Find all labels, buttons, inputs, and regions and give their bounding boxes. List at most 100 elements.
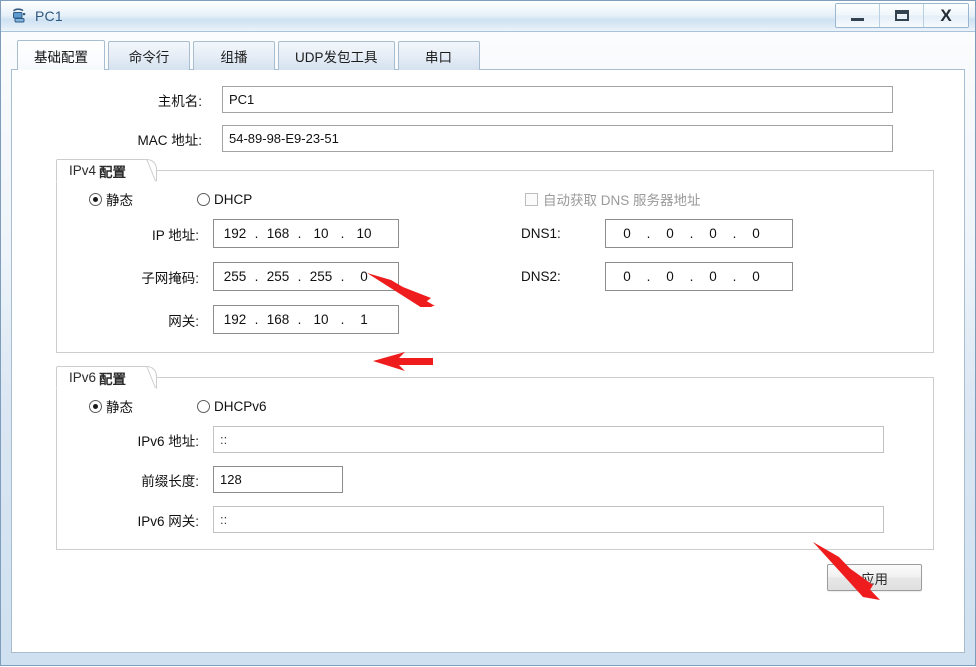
ip-separator: . (646, 269, 651, 284)
mask-octet-3: 255 (309, 269, 333, 284)
hostname-row: 主机名: PC1 (34, 86, 942, 113)
hostname-label: 主机名: (157, 93, 202, 109)
ip-separator: . (340, 312, 345, 327)
subnet-mask-row: 子网掩码: 255 . 255 . 255 . 0 (67, 262, 507, 291)
dns-auto-label: 自动获取 DNS 服务器地址 (543, 193, 701, 208)
tab-serial-port[interactable]: 串口 (397, 41, 480, 70)
window-controls: X (835, 3, 969, 28)
ipv6-legend-text: 配置 (99, 371, 127, 387)
tab-basic-config[interactable]: 基础配置 (17, 40, 105, 70)
dns2-octet-2: 0 (666, 269, 674, 284)
ip-address-row: IP 地址: 192 . 168 . 10 . 10 (67, 219, 507, 248)
maximize-button[interactable] (880, 4, 924, 27)
ipv4-legend-text: 配置 (99, 164, 127, 180)
ipv6-address-row: IPv6 地址: :: (67, 426, 923, 453)
apply-button[interactable]: 应用 (827, 564, 922, 591)
radio-dot-icon (197, 399, 210, 413)
ip-address-label: IP 地址: (151, 227, 199, 243)
ipv6-config-group: IPv6 配置 静态 DHCPv6 IPv6 地址::: 前缀长度: 128 … (56, 366, 934, 550)
tab-command-line[interactable]: 命令行 (108, 41, 190, 70)
gateway-octet-3: 10 (313, 312, 329, 327)
ipv4-static-label: 静态 (106, 193, 133, 208)
gateway-row: 网关: 192 . 168 . 10 . 1 (67, 305, 507, 334)
prefix-length-label: 前缀长度: (141, 473, 199, 489)
ip-separator: . (297, 226, 302, 241)
dns-auto-checkbox[interactable]: 自动获取 DNS 服务器地址 (525, 189, 701, 209)
ipv6-dhcpv6-radio[interactable]: DHCPv6 (197, 399, 267, 414)
ipv4-legend-prefix: IPv4 (69, 163, 97, 178)
dns1-octet-4: 0 (752, 226, 760, 241)
prefix-length-value: 128 (220, 472, 242, 487)
radio-dot-icon (89, 192, 102, 206)
ipv4-static-radio[interactable]: 静态 (89, 189, 133, 209)
ipv6-mode-radios: 静态 DHCPv6 (67, 396, 923, 416)
ip-separator: . (340, 226, 345, 241)
dns2-octet-1: 0 (623, 269, 631, 284)
ipv6-address-input[interactable]: :: (213, 426, 884, 453)
mask-octet-1: 255 (223, 269, 247, 284)
tab-label: 串口 (425, 50, 453, 65)
apply-bar: 应用 (34, 564, 942, 591)
mac-address-input[interactable]: 54-89-98-E9-23-51 (222, 125, 893, 152)
prefix-length-input[interactable]: 128 (213, 466, 343, 493)
ipv6-dhcpv6-label: DHCPv6 (214, 398, 267, 414)
maximize-icon (894, 10, 909, 21)
apply-button-label: 应用 (861, 571, 888, 587)
dns2-row: DNS2: 0 . 0 . 0 . 0 (521, 262, 923, 291)
ipv4-columns: 静态 DHCP IP 地址: 192 . 168 . 10 . 10 子网掩码:… (67, 189, 923, 338)
close-icon: X (940, 6, 952, 25)
window-body: 基础配置 命令行 组播 UDP发包工具 串口 主机名: PC1 MAC 地址: … (1, 32, 975, 665)
basic-config-panel: 主机名: PC1 MAC 地址: 54-89-98-E9-23-51 IPv4 … (11, 69, 965, 653)
dns2-input[interactable]: 0 . 0 . 0 . 0 (605, 262, 793, 291)
hostname-input[interactable]: PC1 (222, 86, 893, 113)
gateway-octet-2: 168 (266, 312, 290, 327)
dns1-row: DNS1: 0 . 0 . 0 . 0 (521, 219, 923, 248)
dns-auto-row: 自动获取 DNS 服务器地址 (521, 189, 923, 209)
ipv6-group-legend: IPv6 配置 (56, 366, 158, 389)
hostname-value: PC1 (229, 92, 255, 107)
gateway-octet-1: 192 (223, 312, 247, 327)
close-button[interactable]: X (924, 4, 968, 27)
ip-separator: . (732, 226, 737, 241)
ipv4-config-group: IPv4 配置 静态 DHCP IP 地址: 192 . 168 . 10 . … (56, 159, 934, 353)
ip-octet-2: 168 (266, 226, 290, 241)
dns1-input[interactable]: 0 . 0 . 0 . 0 (605, 219, 793, 248)
ipv6-static-radio[interactable]: 静态 (89, 396, 133, 416)
prefix-length-row: 前缀长度: 128 (67, 466, 923, 493)
ip-separator: . (689, 226, 694, 241)
gateway-input[interactable]: 192 . 168 . 10 . 1 (213, 305, 399, 334)
ip-separator: . (254, 312, 259, 327)
mac-address-value: 54-89-98-E9-23-51 (229, 131, 339, 146)
radio-dot-icon (197, 192, 210, 206)
tab-label: UDP发包工具 (295, 50, 378, 65)
ip-separator: . (340, 269, 345, 284)
ipv4-dhcp-radio[interactable]: DHCP (197, 192, 252, 207)
mac-address-row: MAC 地址: 54-89-98-E9-23-51 (34, 125, 942, 152)
ip-separator: . (254, 269, 259, 284)
dns1-octet-2: 0 (666, 226, 674, 241)
tab-label: 基础配置 (34, 49, 88, 65)
gateway-octet-4: 1 (360, 312, 368, 327)
ip-address-input[interactable]: 192 . 168 . 10 . 10 (213, 219, 399, 248)
pc-device-icon (11, 7, 29, 25)
minimize-button[interactable] (836, 4, 880, 27)
checkbox-icon (525, 192, 538, 206)
dns2-octet-3: 0 (709, 269, 717, 284)
ipv6-gateway-label: IPv6 网关: (137, 513, 199, 529)
dns2-octet-4: 0 (752, 269, 760, 284)
ipv6-gateway-input[interactable]: :: (213, 506, 884, 533)
tab-udp-tool[interactable]: UDP发包工具 (278, 41, 395, 70)
ipv4-right-column: 自动获取 DNS 服务器地址 DNS1: 0 . 0 . 0 . 0 DNS2:… (507, 189, 923, 338)
ip-octet-1: 192 (223, 226, 247, 241)
minimize-icon (851, 17, 864, 21)
subnet-mask-input[interactable]: 255 . 255 . 255 . 0 (213, 262, 399, 291)
ip-separator: . (297, 269, 302, 284)
tab-label: 组播 (220, 50, 248, 65)
tab-multicast[interactable]: 组播 (193, 41, 275, 70)
window-title: PC1 (35, 8, 63, 24)
tab-strip: 基础配置 命令行 组播 UDP发包工具 串口 (11, 40, 965, 70)
window-titlebar: PC1 X (1, 1, 975, 32)
radio-dot-icon (89, 399, 102, 413)
ipv6-gateway-row: IPv6 网关: :: (67, 506, 923, 533)
pc1-window: PC1 X 基础配置 命令行 组播 UDP发包工具 串口 主机名: PC1 MA… (0, 0, 976, 666)
